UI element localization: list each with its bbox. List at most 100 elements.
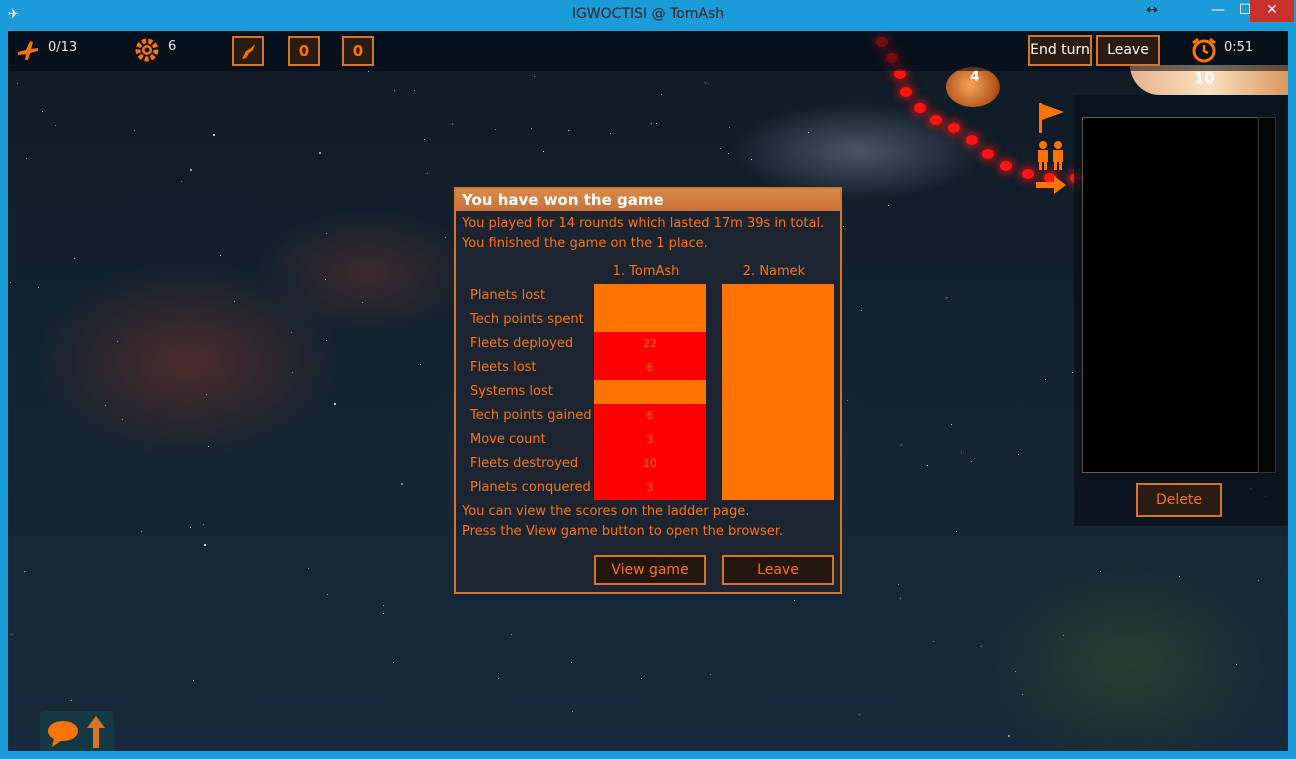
- star: [393, 662, 394, 663]
- star: [951, 424, 952, 425]
- star: [946, 297, 947, 298]
- star: [794, 600, 795, 601]
- stat-player-2-cell: 0: [722, 380, 834, 404]
- star: [134, 130, 135, 131]
- stat-player-2-cell: 16: [722, 428, 834, 452]
- fleet-trail-dot: [900, 87, 912, 97]
- message-list-scrollbar[interactable]: [1258, 117, 1276, 473]
- alarm-clock-icon: [1190, 36, 1218, 68]
- minimize-button[interactable]: —: [1205, 0, 1231, 22]
- message-list[interactable]: [1082, 117, 1260, 473]
- star: [571, 662, 572, 663]
- tech-count: 6: [168, 39, 177, 54]
- star: [325, 279, 326, 280]
- star: [901, 445, 902, 446]
- close-button[interactable]: ✕: [1250, 0, 1294, 22]
- star: [927, 465, 928, 466]
- turn-timer: 0:51: [1224, 40, 1254, 55]
- ladder-note: You can view the scores on the ladder pa…: [462, 504, 750, 519]
- star: [190, 169, 192, 171]
- star: [213, 134, 215, 136]
- star: [1100, 571, 1101, 572]
- star: [141, 531, 142, 532]
- stat-label: Systems lost: [470, 384, 553, 399]
- arrow-right-icon[interactable]: [1034, 173, 1068, 201]
- stat-player-2-cell: 0: [722, 284, 834, 308]
- star: [1022, 694, 1023, 695]
- star: [55, 125, 56, 126]
- star: [292, 372, 293, 373]
- stat-label: Move count: [470, 432, 546, 447]
- stat-player-2-cell: 12: [722, 404, 834, 428]
- delete-button[interactable]: Delete: [1136, 483, 1222, 517]
- stat-player-2-cell: 34: [722, 452, 834, 476]
- star: [900, 598, 901, 599]
- fleet-boost-button[interactable]: [232, 36, 264, 66]
- fleet-trail-dot: [948, 123, 960, 133]
- stat-player-1-cell: 0: [594, 380, 706, 404]
- resize-icon[interactable]: ↔: [1138, 0, 1166, 22]
- star: [710, 674, 711, 675]
- stat-player-1-cell: 0: [594, 308, 706, 332]
- star: [203, 524, 204, 525]
- window-titlebar: ✈ IGWOCTISI @ TomAsh ↔ — ☐ ✕: [0, 0, 1296, 31]
- star: [656, 123, 657, 124]
- star: [1018, 454, 1019, 455]
- stat-player-1-cell: 3: [594, 476, 706, 500]
- star: [498, 678, 499, 679]
- star: [193, 680, 194, 681]
- star: [888, 205, 889, 206]
- star: [981, 646, 982, 647]
- star: [495, 129, 496, 130]
- fleet-plane-icon: [16, 38, 40, 66]
- scroll-up-arrow-icon[interactable]: [86, 715, 106, 751]
- star: [1045, 379, 1046, 380]
- chat-bubble-icon[interactable]: [46, 719, 80, 751]
- game-viewport[interactable]: 4 10 0/13 6 0 0 End turn Leave 0:51 Dele…: [8, 31, 1288, 751]
- star: [861, 310, 862, 311]
- star: [208, 446, 209, 447]
- star: [383, 613, 384, 614]
- shield-button[interactable]: 0: [288, 36, 320, 66]
- star: [751, 159, 752, 160]
- end-turn-button[interactable]: End turn: [1028, 35, 1092, 66]
- leave-dialog-button[interactable]: Leave: [722, 555, 834, 585]
- star: [394, 90, 395, 91]
- star: [362, 302, 363, 303]
- stat-label: Fleets destroyed: [470, 456, 579, 471]
- star: [117, 341, 118, 342]
- star: [933, 641, 934, 642]
- star: [26, 158, 27, 159]
- planet-left-value: 4: [970, 69, 980, 85]
- star: [961, 452, 962, 453]
- planet-right-value: 10: [1194, 69, 1215, 87]
- tech-gear-icon: [134, 37, 160, 67]
- star: [105, 405, 106, 406]
- star: [190, 527, 191, 528]
- star: [220, 255, 221, 256]
- star: [326, 340, 327, 341]
- view-game-button[interactable]: View game: [594, 555, 706, 585]
- star: [452, 124, 453, 125]
- ring-button[interactable]: 0: [342, 36, 374, 66]
- stat-player-1-cell: 6: [594, 404, 706, 428]
- players-icon[interactable]: [1034, 139, 1068, 175]
- dialog-title: You have won the game: [456, 189, 840, 211]
- flag-icon[interactable]: [1036, 101, 1066, 139]
- star: [1236, 664, 1237, 665]
- star: [534, 76, 535, 77]
- place-summary: You finished the game on the 1 place.: [462, 236, 708, 251]
- star: [204, 544, 206, 546]
- stat-player-2-cell: 78: [722, 332, 834, 356]
- fleet-trail-dot: [1000, 161, 1012, 171]
- leave-top-button[interactable]: Leave: [1096, 35, 1160, 66]
- stat-label: Tech points gained: [470, 408, 592, 423]
- stat-player-1-cell: 0: [594, 284, 706, 308]
- star: [728, 153, 729, 154]
- stat-player-1-cell: 3: [594, 428, 706, 452]
- star: [1008, 735, 1010, 737]
- player-2-header: 2. Namek: [742, 264, 806, 279]
- star: [641, 678, 642, 679]
- star: [651, 123, 652, 124]
- stat-player-2-cell: 25: [722, 356, 834, 380]
